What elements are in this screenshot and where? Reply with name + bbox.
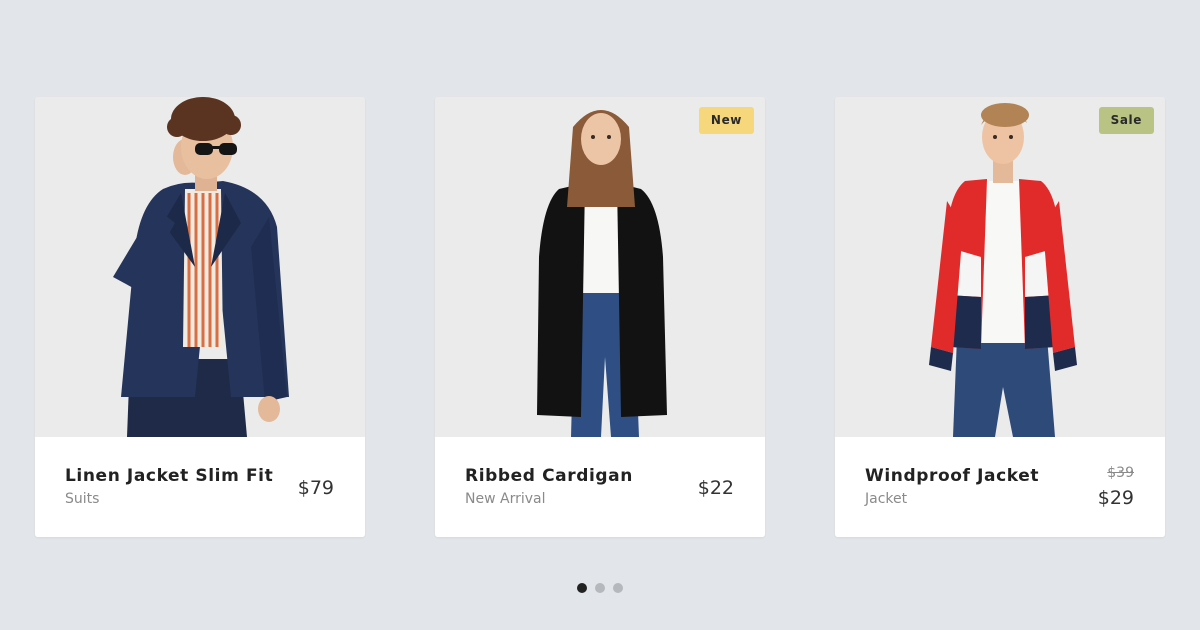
pagination-dot-3[interactable] (613, 583, 623, 593)
product-image[interactable]: New (435, 97, 765, 437)
product-image[interactable]: Sale (835, 97, 1165, 437)
sale-badge: Sale (1098, 107, 1154, 134)
new-badge: New (698, 107, 754, 134)
product-price: $79 (297, 477, 334, 499)
product-info: Ribbed Cardigan New Arrival $22 (435, 437, 765, 537)
model-red-windbreaker-image (835, 97, 1165, 437)
product-name[interactable]: Linen Jacket Slim Fit (65, 466, 273, 486)
product-carousel: Linen Jacket Slim Fit Suits $79 New Ribb… (0, 0, 1200, 630)
product-info: Windproof Jacket Jacket $39 $29 (835, 437, 1165, 537)
product-card-windproof-jacket[interactable]: Sale Windproof Jacket Jacket $39 $29 (835, 97, 1165, 537)
product-price: $22 (697, 477, 734, 499)
product-image[interactable] (35, 97, 365, 437)
product-category: Jacket (865, 491, 908, 507)
product-card-linen-jacket[interactable]: Linen Jacket Slim Fit Suits $79 (35, 97, 365, 537)
product-category: New Arrival (465, 491, 546, 507)
product-name[interactable]: Windproof Jacket (865, 466, 1039, 486)
model-navy-suit-image (35, 97, 365, 437)
product-info: Linen Jacket Slim Fit Suits $79 (35, 437, 365, 537)
carousel-pagination (577, 583, 623, 593)
product-name[interactable]: Ribbed Cardigan (465, 466, 633, 486)
model-black-cardigan-image (435, 97, 765, 437)
product-card-ribbed-cardigan[interactable]: New Ribbed Cardigan New Arrival $22 (435, 97, 765, 537)
sale-price: $29 (1097, 487, 1134, 509)
pagination-dot-2[interactable] (595, 583, 605, 593)
pagination-dot-1[interactable] (577, 583, 587, 593)
product-category: Suits (65, 491, 100, 507)
original-price: $39 (1107, 465, 1134, 481)
